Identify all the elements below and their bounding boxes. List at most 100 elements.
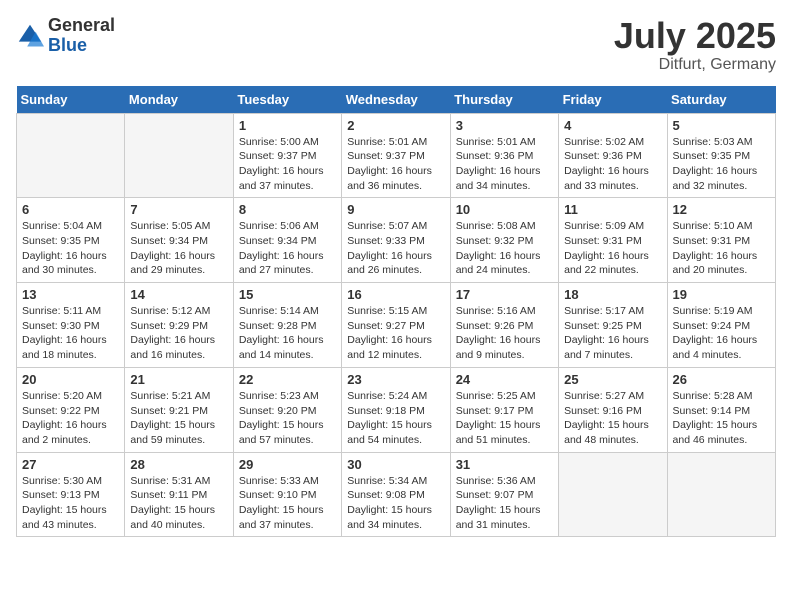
day-info: Sunrise: 5:23 AM Sunset: 9:20 PM Dayligh…	[239, 389, 336, 448]
calendar-cell: 27 Sunrise: 5:30 AM Sunset: 9:13 PM Dayli…	[17, 452, 125, 537]
calendar-cell: 19Sunrise: 5:19 AM Sunset: 9:24 PM Dayli…	[667, 283, 775, 368]
day-info: Sunrise: 5:10 AM Sunset: 9:31 PM Dayligh…	[673, 219, 770, 278]
weekday-header: Friday	[559, 86, 667, 114]
calendar-week-row: 13 Sunrise: 5:11 AM Sunset: 9:30 PM Dayli…	[17, 283, 776, 368]
day-number: 2	[347, 118, 444, 133]
day-number: 16	[347, 287, 444, 302]
calendar-week-row: 20 Sunrise: 5:20 AM Sunset: 9:22 PM Dayli…	[17, 367, 776, 452]
day-number: 23	[347, 372, 444, 387]
day-info: Sunrise: 5:02 AM Sunset: 9:36 PM Dayligh…	[564, 135, 661, 194]
calendar-cell	[17, 113, 125, 198]
day-info: Sunrise: 5:00 AM Sunset: 9:37 PM Dayligh…	[239, 135, 336, 194]
logo: General Blue	[16, 16, 115, 56]
day-number: 4	[564, 118, 661, 133]
weekday-header: Sunday	[17, 86, 125, 114]
calendar-cell: 24 Sunrise: 5:25 AM Sunset: 9:17 PM Dayli…	[450, 367, 558, 452]
weekday-header: Thursday	[450, 86, 558, 114]
calendar-cell: 18 Sunrise: 5:17 AM Sunset: 9:25 PM Dayli…	[559, 283, 667, 368]
day-info: Sunrise: 5:25 AM Sunset: 9:17 PM Dayligh…	[456, 389, 553, 448]
calendar-cell: 29 Sunrise: 5:33 AM Sunset: 9:10 PM Dayli…	[233, 452, 341, 537]
calendar-cell: 28 Sunrise: 5:31 AM Sunset: 9:11 PM Dayli…	[125, 452, 233, 537]
day-info: Sunrise: 5:24 AM Sunset: 9:18 PM Dayligh…	[347, 389, 444, 448]
day-number: 22	[239, 372, 336, 387]
day-number: 31	[456, 457, 553, 472]
day-info: Sunrise: 5:34 AM Sunset: 9:08 PM Dayligh…	[347, 474, 444, 533]
calendar-cell	[125, 113, 233, 198]
page-header: General Blue July 2025 Ditfurt, Germany	[16, 16, 776, 74]
day-number: 25	[564, 372, 661, 387]
calendar-cell: 8Sunrise: 5:06 AM Sunset: 9:34 PM Daylig…	[233, 198, 341, 283]
day-info: Sunrise: 5:17 AM Sunset: 9:25 PM Dayligh…	[564, 304, 661, 363]
day-number: 14	[130, 287, 227, 302]
day-number: 12	[673, 202, 770, 217]
calendar-cell: 6Sunrise: 5:04 AM Sunset: 9:35 PM Daylig…	[17, 198, 125, 283]
day-number: 15	[239, 287, 336, 302]
day-number: 13	[22, 287, 119, 302]
day-number: 5	[673, 118, 770, 133]
calendar-cell	[667, 452, 775, 537]
day-number: 24	[456, 372, 553, 387]
day-number: 17	[456, 287, 553, 302]
calendar-cell: 2 Sunrise: 5:01 AM Sunset: 9:37 PM Daylig…	[342, 113, 450, 198]
calendar-cell	[559, 452, 667, 537]
day-number: 29	[239, 457, 336, 472]
day-number: 27	[22, 457, 119, 472]
calendar-cell: 9Sunrise: 5:07 AM Sunset: 9:33 PM Daylig…	[342, 198, 450, 283]
day-info: Sunrise: 5:11 AM Sunset: 9:30 PM Dayligh…	[22, 304, 119, 363]
day-number: 3	[456, 118, 553, 133]
day-info: Sunrise: 5:31 AM Sunset: 9:11 PM Dayligh…	[130, 474, 227, 533]
calendar-table: SundayMondayTuesdayWednesdayThursdayFrid…	[16, 86, 776, 538]
day-info: Sunrise: 5:30 AM Sunset: 9:13 PM Dayligh…	[22, 474, 119, 533]
calendar-cell: 11Sunrise: 5:09 AM Sunset: 9:31 PM Dayli…	[559, 198, 667, 283]
calendar-cell: 21 Sunrise: 5:21 AM Sunset: 9:21 PM Dayli…	[125, 367, 233, 452]
location-subtitle: Ditfurt, Germany	[614, 56, 776, 74]
weekday-header: Monday	[125, 86, 233, 114]
weekday-header: Tuesday	[233, 86, 341, 114]
day-info: Sunrise: 5:28 AM Sunset: 9:14 PM Dayligh…	[673, 389, 770, 448]
day-info: Sunrise: 5:08 AM Sunset: 9:32 PM Dayligh…	[456, 219, 553, 278]
calendar-cell: 22 Sunrise: 5:23 AM Sunset: 9:20 PM Dayli…	[233, 367, 341, 452]
day-info: Sunrise: 5:03 AM Sunset: 9:35 PM Dayligh…	[673, 135, 770, 194]
month-title: July 2025	[614, 16, 776, 56]
day-info: Sunrise: 5:36 AM Sunset: 9:07 PM Dayligh…	[456, 474, 553, 533]
calendar-cell: 31 Sunrise: 5:36 AM Sunset: 9:07 PM Dayli…	[450, 452, 558, 537]
calendar-cell: 5 Sunrise: 5:03 AM Sunset: 9:35 PM Daylig…	[667, 113, 775, 198]
day-number: 10	[456, 202, 553, 217]
calendar-week-row: 27 Sunrise: 5:30 AM Sunset: 9:13 PM Dayli…	[17, 452, 776, 537]
calendar-cell: 14Sunrise: 5:12 AM Sunset: 9:29 PM Dayli…	[125, 283, 233, 368]
weekday-header: Saturday	[667, 86, 775, 114]
day-number: 18	[564, 287, 661, 302]
day-number: 26	[673, 372, 770, 387]
calendar-cell: 30 Sunrise: 5:34 AM Sunset: 9:08 PM Dayli…	[342, 452, 450, 537]
calendar-cell: 13 Sunrise: 5:11 AM Sunset: 9:30 PM Dayli…	[17, 283, 125, 368]
day-number: 28	[130, 457, 227, 472]
calendar-cell: 15Sunrise: 5:14 AM Sunset: 9:28 PM Dayli…	[233, 283, 341, 368]
day-info: Sunrise: 5:01 AM Sunset: 9:37 PM Dayligh…	[347, 135, 444, 194]
day-info: Sunrise: 5:20 AM Sunset: 9:22 PM Dayligh…	[22, 389, 119, 448]
calendar-cell: 3Sunrise: 5:01 AM Sunset: 9:36 PM Daylig…	[450, 113, 558, 198]
day-info: Sunrise: 5:06 AM Sunset: 9:34 PM Dayligh…	[239, 219, 336, 278]
day-info: Sunrise: 5:33 AM Sunset: 9:10 PM Dayligh…	[239, 474, 336, 533]
day-number: 9	[347, 202, 444, 217]
calendar-cell: 7Sunrise: 5:05 AM Sunset: 9:34 PM Daylig…	[125, 198, 233, 283]
day-info: Sunrise: 5:09 AM Sunset: 9:31 PM Dayligh…	[564, 219, 661, 278]
calendar-week-row: 1Sunrise: 5:00 AM Sunset: 9:37 PM Daylig…	[17, 113, 776, 198]
calendar-cell: 26 Sunrise: 5:28 AM Sunset: 9:14 PM Dayli…	[667, 367, 775, 452]
logo-icon	[16, 22, 44, 50]
day-info: Sunrise: 5:21 AM Sunset: 9:21 PM Dayligh…	[130, 389, 227, 448]
calendar-cell: 25 Sunrise: 5:27 AM Sunset: 9:16 PM Dayli…	[559, 367, 667, 452]
logo-blue: Blue	[48, 35, 87, 55]
day-info: Sunrise: 5:27 AM Sunset: 9:16 PM Dayligh…	[564, 389, 661, 448]
day-info: Sunrise: 5:05 AM Sunset: 9:34 PM Dayligh…	[130, 219, 227, 278]
day-number: 19	[673, 287, 770, 302]
calendar-cell: 16Sunrise: 5:15 AM Sunset: 9:27 PM Dayli…	[342, 283, 450, 368]
weekday-header: Wednesday	[342, 86, 450, 114]
logo-general: General	[48, 15, 115, 35]
day-number: 21	[130, 372, 227, 387]
day-info: Sunrise: 5:16 AM Sunset: 9:26 PM Dayligh…	[456, 304, 553, 363]
day-number: 30	[347, 457, 444, 472]
day-number: 6	[22, 202, 119, 217]
calendar-week-row: 6Sunrise: 5:04 AM Sunset: 9:35 PM Daylig…	[17, 198, 776, 283]
calendar-cell: 4 Sunrise: 5:02 AM Sunset: 9:36 PM Daylig…	[559, 113, 667, 198]
day-number: 20	[22, 372, 119, 387]
